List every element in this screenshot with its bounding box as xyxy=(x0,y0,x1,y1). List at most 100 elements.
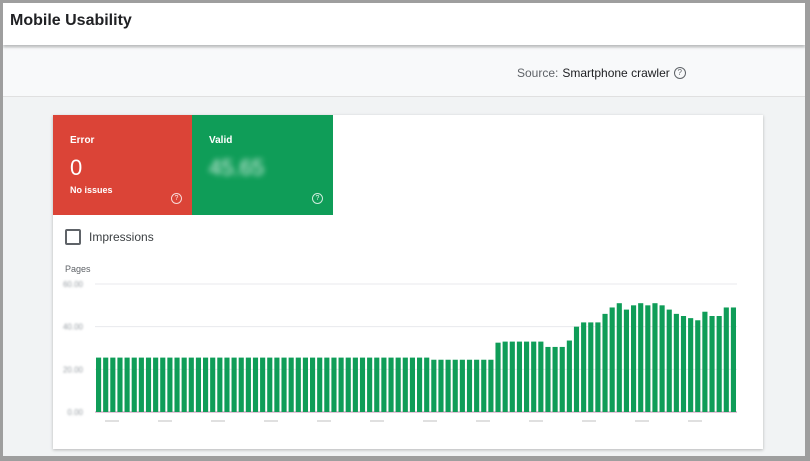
bar[interactable] xyxy=(445,359,451,412)
bar[interactable] xyxy=(616,303,622,412)
bar[interactable] xyxy=(723,307,729,412)
bar[interactable] xyxy=(417,357,423,412)
bar[interactable] xyxy=(110,357,116,412)
bar[interactable] xyxy=(345,357,351,412)
help-icon[interactable]: ? xyxy=(312,193,323,204)
bar[interactable] xyxy=(559,346,565,412)
bar[interactable] xyxy=(331,357,337,412)
bar[interactable] xyxy=(131,357,137,412)
bar[interactable] xyxy=(552,346,558,412)
error-tile[interactable]: Error 0 No issues ? xyxy=(53,115,192,215)
bar[interactable] xyxy=(495,342,501,412)
bar[interactable] xyxy=(217,357,223,412)
bar[interactable] xyxy=(538,341,544,412)
bar[interactable] xyxy=(302,357,309,412)
bar[interactable] xyxy=(424,357,430,412)
bar[interactable] xyxy=(267,357,273,412)
bar[interactable] xyxy=(688,318,694,412)
bar[interactable] xyxy=(260,357,266,412)
bar[interactable] xyxy=(117,357,123,412)
bar[interactable] xyxy=(431,359,437,412)
bar[interactable] xyxy=(317,357,323,412)
bar[interactable] xyxy=(638,303,644,412)
bar[interactable] xyxy=(573,326,580,412)
bar[interactable] xyxy=(231,357,237,412)
bar[interactable] xyxy=(367,357,373,412)
bar[interactable] xyxy=(509,341,515,412)
bar[interactable] xyxy=(566,340,572,412)
impressions-toggle[interactable]: Impressions xyxy=(65,229,154,245)
bar[interactable] xyxy=(245,357,251,412)
bar[interactable] xyxy=(609,307,615,412)
bar[interactable] xyxy=(174,357,180,412)
bar[interactable] xyxy=(680,316,687,412)
bar[interactable] xyxy=(210,357,216,412)
bar[interactable] xyxy=(524,341,530,412)
bar[interactable] xyxy=(409,357,416,412)
bar[interactable] xyxy=(395,357,401,412)
bar[interactable] xyxy=(488,359,494,412)
bar[interactable] xyxy=(631,305,637,412)
bar[interactable] xyxy=(673,313,679,412)
bar[interactable] xyxy=(652,303,658,412)
bar[interactable] xyxy=(666,309,672,412)
bar[interactable] xyxy=(545,346,551,412)
impressions-checkbox[interactable] xyxy=(65,229,81,245)
bar[interactable] xyxy=(481,359,487,412)
bar[interactable] xyxy=(310,357,316,412)
bar[interactable] xyxy=(595,322,601,412)
bar[interactable] xyxy=(531,341,537,412)
bar[interactable] xyxy=(352,357,358,412)
bar[interactable] xyxy=(96,357,102,412)
bar[interactable] xyxy=(359,357,366,412)
bar[interactable] xyxy=(588,322,594,412)
bar[interactable] xyxy=(702,311,708,412)
bar[interactable] xyxy=(124,357,130,412)
bar[interactable] xyxy=(145,357,152,412)
bar[interactable] xyxy=(295,357,301,412)
bar[interactable] xyxy=(474,359,480,412)
help-icon[interactable]: ? xyxy=(171,193,182,204)
help-icon[interactable]: ? xyxy=(673,67,686,79)
bar[interactable] xyxy=(288,357,294,412)
bar[interactable] xyxy=(188,357,194,412)
bar[interactable] xyxy=(153,357,159,412)
bar[interactable] xyxy=(402,357,408,412)
bar[interactable] xyxy=(466,359,473,412)
bar[interactable] xyxy=(716,316,722,412)
bar[interactable] xyxy=(695,320,701,412)
bar[interactable] xyxy=(709,316,715,412)
bar[interactable] xyxy=(274,357,280,412)
bar[interactable] xyxy=(224,357,230,412)
bar[interactable] xyxy=(502,341,508,412)
bar[interactable] xyxy=(459,359,465,412)
bar[interactable] xyxy=(438,359,444,412)
y-tick-label: 60.00 xyxy=(63,280,84,289)
bar[interactable] xyxy=(516,341,523,412)
valid-tile[interactable]: Valid 45.65 ? xyxy=(192,115,333,215)
bar[interactable] xyxy=(103,357,109,412)
bar[interactable] xyxy=(581,322,587,412)
bar[interactable] xyxy=(138,357,144,412)
bar[interactable] xyxy=(160,357,166,412)
bar[interactable] xyxy=(338,357,344,412)
bar[interactable] xyxy=(195,357,202,412)
bar[interactable] xyxy=(388,357,394,412)
bar[interactable] xyxy=(181,357,187,412)
bar[interactable] xyxy=(374,357,380,412)
bar[interactable] xyxy=(281,357,287,412)
bar[interactable] xyxy=(252,357,259,412)
bar[interactable] xyxy=(602,313,608,412)
bar[interactable] xyxy=(730,307,737,412)
bar[interactable] xyxy=(381,357,387,412)
bar[interactable] xyxy=(324,357,330,412)
bar[interactable] xyxy=(452,359,458,412)
bar[interactable] xyxy=(659,305,665,412)
bar[interactable] xyxy=(167,357,173,412)
bar[interactable] xyxy=(238,357,244,412)
x-tick-placeholder xyxy=(529,420,543,422)
bar[interactable] xyxy=(623,309,630,412)
bar[interactable] xyxy=(645,305,651,412)
y-tick-label: 0.00 xyxy=(67,408,83,417)
bar[interactable] xyxy=(203,357,209,412)
